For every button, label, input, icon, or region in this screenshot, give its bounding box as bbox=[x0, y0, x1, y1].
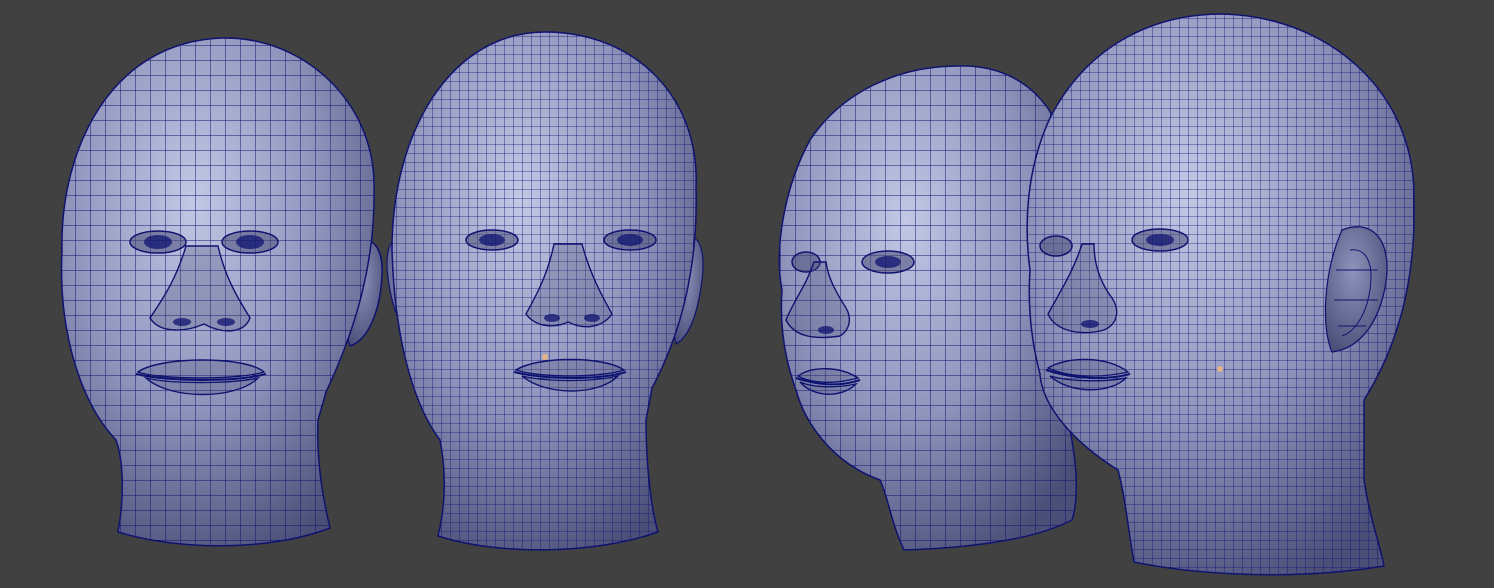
viewport[interactable] bbox=[0, 0, 1494, 588]
selected-vertex-marker[interactable] bbox=[1217, 366, 1223, 372]
selected-vertex-marker[interactable] bbox=[542, 354, 548, 360]
scene-canvas bbox=[0, 0, 1494, 588]
left-eye-socket bbox=[1039, 235, 1073, 257]
